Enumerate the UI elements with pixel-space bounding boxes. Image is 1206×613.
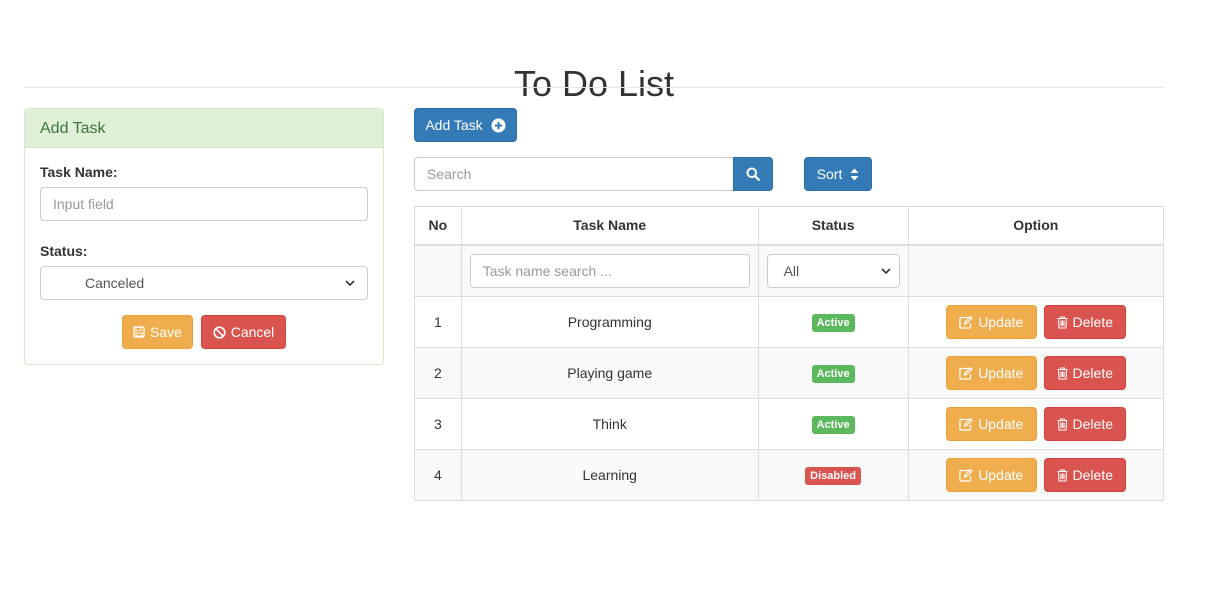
- task-status-cell: Active: [757, 296, 909, 348]
- edit-icon: [959, 468, 974, 482]
- save-button-label: Save: [150, 324, 182, 340]
- table-header-row: No Task Name Status Option: [414, 206, 1165, 246]
- header-status: Status: [757, 206, 909, 246]
- delete-button[interactable]: Delete: [1043, 356, 1126, 390]
- task-status-cell: Active: [757, 347, 909, 399]
- delete-button-label: Delete: [1072, 314, 1113, 330]
- add-task-button[interactable]: Add Task: [414, 108, 517, 142]
- search-icon: [746, 167, 760, 181]
- update-button[interactable]: Update: [945, 407, 1037, 441]
- status-badge: Active: [811, 364, 855, 383]
- update-button-label: Update: [978, 314, 1024, 330]
- delete-button-label: Delete: [1072, 416, 1113, 432]
- cancel-button-label: Cancel: [230, 324, 275, 340]
- sort-button-label: Sort: [816, 166, 843, 182]
- trash-icon: [1057, 366, 1068, 380]
- filter-row: All: [414, 244, 1165, 297]
- filter-cell-empty: [414, 244, 462, 297]
- table-row: 3 Think Active Update Delete: [414, 398, 1165, 450]
- task-options: Update Delete: [907, 347, 1165, 399]
- page-title: To Do List: [513, 63, 675, 105]
- task-options: Update Delete: [907, 398, 1165, 450]
- filter-cell-empty: [907, 244, 1165, 297]
- filter-cell-name: [460, 244, 759, 297]
- add-task-panel: Add Task Task Name: Status: Canceled Sav…: [24, 108, 384, 365]
- update-button[interactable]: Update: [945, 305, 1037, 339]
- delete-button[interactable]: Delete: [1043, 407, 1126, 441]
- task-name: Learning: [460, 449, 759, 501]
- table-row: 2 Playing game Active Update Delete: [414, 347, 1165, 399]
- plus-circle-icon: [491, 118, 506, 132]
- status-label: Status:: [40, 243, 88, 259]
- status-badge: Active: [811, 415, 855, 434]
- delete-button-label: Delete: [1072, 365, 1113, 381]
- ban-icon: [213, 325, 226, 339]
- edit-icon: [959, 417, 974, 431]
- filter-cell-status: All: [757, 244, 909, 297]
- trash-icon: [1057, 315, 1068, 329]
- task-status-cell: Disabled: [757, 449, 909, 501]
- status-select-value: Canceled: [85, 275, 145, 291]
- header-task-name: Task Name: [460, 206, 759, 246]
- status-badge: Active: [811, 313, 855, 332]
- status-select[interactable]: Canceled: [40, 266, 368, 300]
- update-button[interactable]: Update: [945, 458, 1037, 492]
- task-no: 3: [414, 398, 462, 450]
- status-badge: Disabled: [805, 466, 862, 485]
- add-task-button-label: Add Task: [425, 117, 483, 133]
- task-name: Playing game: [460, 347, 759, 399]
- task-options: Update Delete: [907, 449, 1165, 501]
- sort-icon: [850, 168, 859, 180]
- header-option: Option: [907, 206, 1165, 246]
- search-button[interactable]: [733, 157, 773, 191]
- delete-button[interactable]: Delete: [1043, 305, 1126, 339]
- title-divider: [24, 87, 1164, 88]
- delete-button-label: Delete: [1072, 467, 1113, 483]
- update-button-label: Update: [978, 365, 1024, 381]
- task-name-filter-input[interactable]: [469, 253, 750, 288]
- chevron-down-icon: [345, 280, 355, 287]
- task-name: Think: [460, 398, 759, 450]
- status-filter-value: All: [783, 262, 800, 279]
- task-no: 4: [414, 449, 462, 501]
- chevron-down-icon: [881, 268, 891, 274]
- task-no: 2: [414, 347, 462, 399]
- cancel-button[interactable]: Cancel: [201, 315, 286, 349]
- task-name-input[interactable]: [40, 187, 368, 221]
- update-button-label: Update: [978, 467, 1024, 483]
- sort-button[interactable]: Sort: [804, 157, 872, 191]
- save-button[interactable]: Save: [122, 315, 193, 349]
- trash-icon: [1057, 417, 1068, 431]
- trash-icon: [1057, 468, 1068, 482]
- header-no: No: [414, 206, 462, 246]
- task-no: 1: [414, 296, 462, 348]
- update-button[interactable]: Update: [945, 356, 1037, 390]
- task-options: Update Delete: [907, 296, 1165, 348]
- tasks-table: No Task Name Status Option All 1 Program…: [414, 206, 1165, 501]
- task-name-label: Task Name:: [40, 164, 118, 180]
- task-status-cell: Active: [757, 398, 909, 450]
- delete-button[interactable]: Delete: [1043, 458, 1126, 492]
- task-name: Programming: [460, 296, 759, 348]
- add-task-panel-heading: Add Task: [25, 109, 383, 148]
- floppy-disk-icon: [133, 326, 145, 338]
- edit-icon: [959, 315, 974, 329]
- edit-icon: [959, 366, 974, 380]
- table-row: 4 Learning Disabled Update Delete: [414, 449, 1165, 501]
- update-button-label: Update: [978, 416, 1024, 432]
- status-filter-select[interactable]: All: [766, 253, 900, 288]
- search-input[interactable]: [414, 157, 734, 191]
- table-row: 1 Programming Active Update Delete: [414, 296, 1165, 348]
